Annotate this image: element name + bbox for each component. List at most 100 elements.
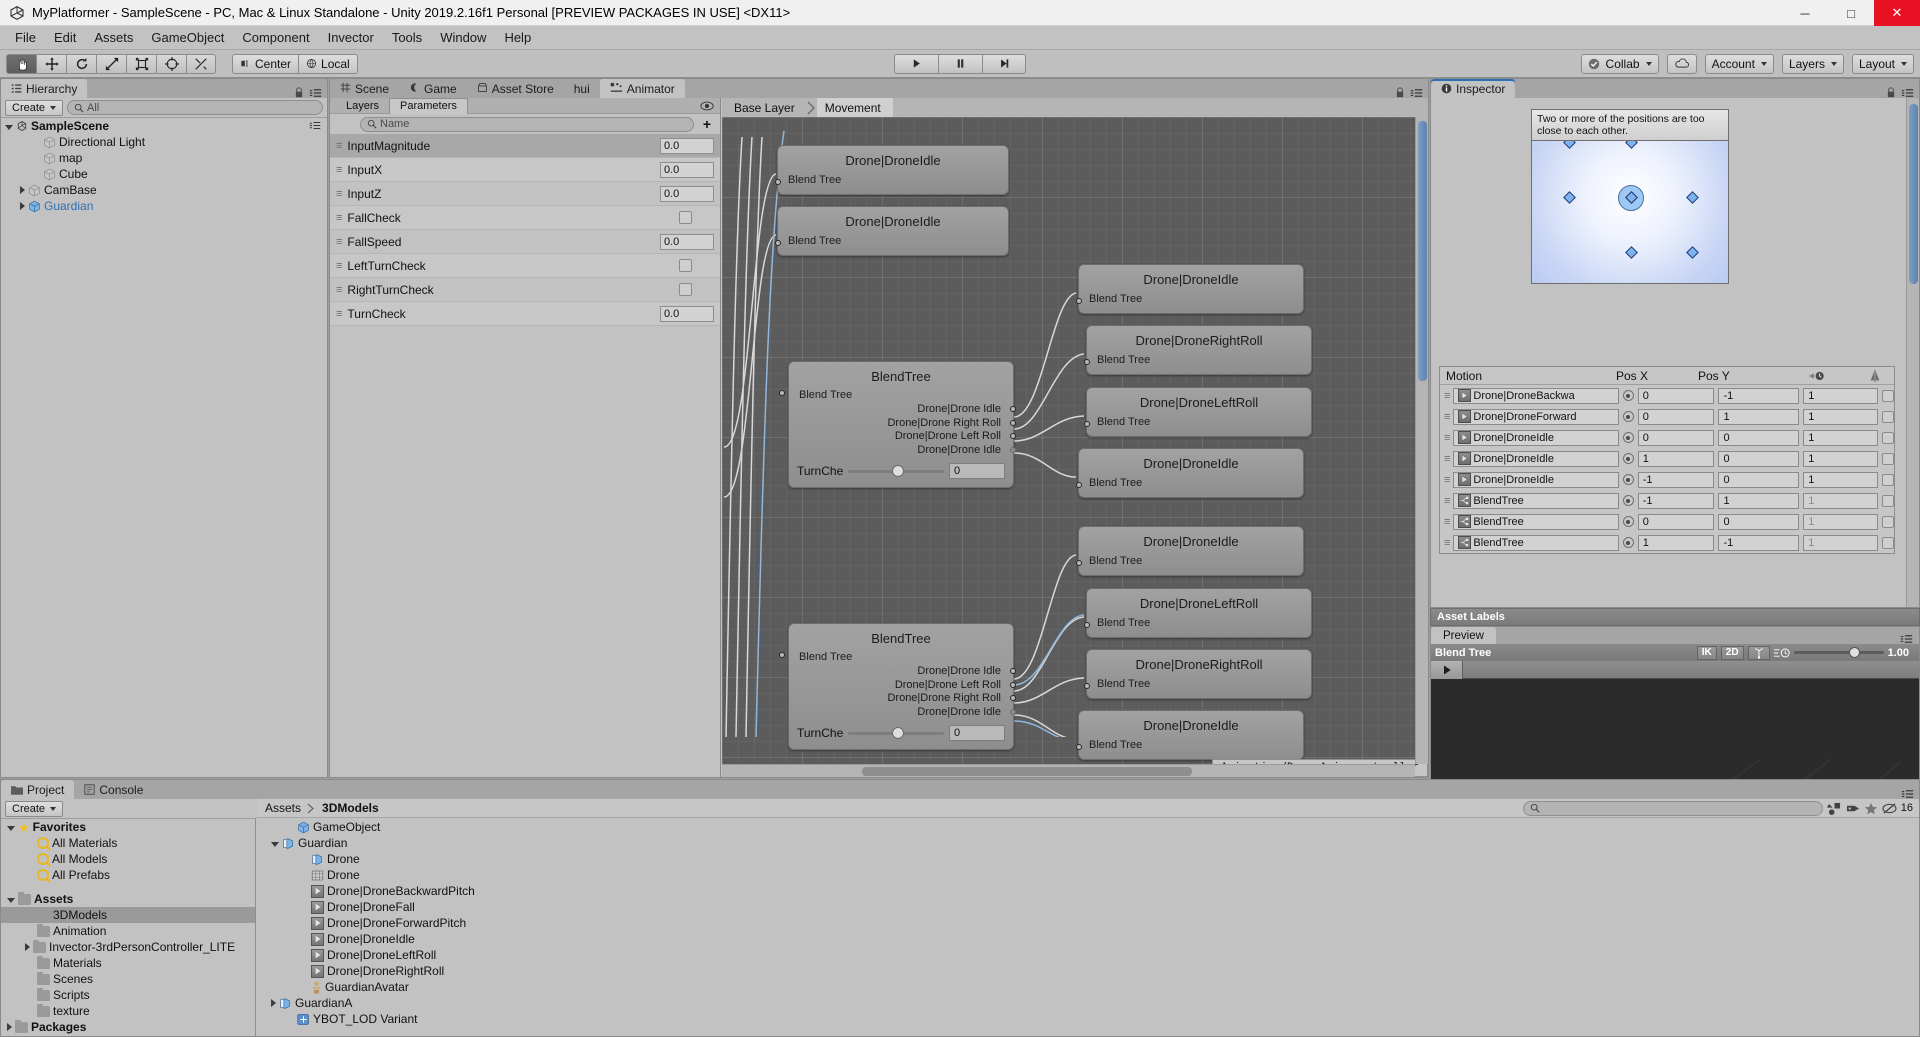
- hierarchy-create-button[interactable]: Create: [5, 99, 64, 116]
- tab-animator[interactable]: Animator: [599, 79, 685, 98]
- project-file-row[interactable]: Guardian: [257, 835, 1919, 851]
- preview-playbar[interactable]: [1431, 660, 1919, 679]
- hierarchy-item-directional-light[interactable]: Directional Light: [1, 134, 327, 150]
- chevron-right-icon[interactable]: [271, 999, 276, 1007]
- pos-y-field[interactable]: -1: [1718, 534, 1800, 551]
- state-node[interactable]: Drone|DroneIdle Blend Tree: [1076, 526, 1304, 576]
- transform-tool-icon[interactable]: [156, 53, 186, 74]
- hierarchy-tab-icons[interactable]: [294, 87, 327, 98]
- project-file-row[interactable]: Drone|DroneRightRoll: [257, 963, 1919, 979]
- node-input-port[interactable]: [1084, 359, 1090, 365]
- parameter-row-inputz[interactable]: ≡ InputZ 0.0: [330, 182, 720, 206]
- drag-handle-icon[interactable]: ≡: [1444, 432, 1451, 444]
- pivot-rotation-button[interactable]: Local: [299, 53, 358, 74]
- state-node[interactable]: Drone|DroneLeftRoll Blend Tree: [1084, 387, 1312, 437]
- chevron-right-icon[interactable]: [20, 186, 25, 194]
- chevron-down-icon[interactable]: [7, 825, 15, 831]
- drag-handle-icon[interactable]: ≡: [1444, 474, 1451, 486]
- preview-tabrow[interactable]: Preview: [1431, 627, 1919, 644]
- parameter-row-fallspeed[interactable]: ≡ FallSpeed 0.0: [330, 230, 720, 254]
- motion-picker-button[interactable]: [1622, 453, 1634, 464]
- tab-hui[interactable]: hui: [563, 79, 600, 98]
- project-create-button[interactable]: Create: [5, 800, 64, 817]
- motion-row[interactable]: ≡ BlendTree -1 1 1: [1440, 490, 1894, 511]
- parameter-value[interactable]: 0.0: [660, 233, 714, 250]
- menu-edit[interactable]: Edit: [45, 28, 85, 47]
- menu-tools[interactable]: Tools: [383, 28, 431, 47]
- state-node[interactable]: Drone|DroneRightRoll Blend Tree: [1084, 649, 1312, 699]
- transform-tools-group[interactable]: [6, 53, 216, 74]
- parameter-value[interactable]: 0.0: [660, 305, 714, 322]
- node-input-port[interactable]: [775, 240, 781, 246]
- motion-field[interactable]: Drone|DroneBackwa: [1453, 387, 1619, 404]
- lock-icon[interactable]: [1886, 87, 1896, 98]
- node-input-port[interactable]: [1084, 622, 1090, 628]
- blendtree-input-port[interactable]: [779, 652, 785, 658]
- motion-point[interactable]: [1562, 191, 1576, 204]
- chevron-right-icon[interactable]: [25, 943, 30, 951]
- blendtree-output-port[interactable]: [1010, 695, 1016, 701]
- pos-x-field[interactable]: 1: [1637, 534, 1715, 551]
- window-controls[interactable]: ─ □ ✕: [1782, 0, 1920, 26]
- parameter-row-inputmagnitude[interactable]: ≡ InputMagnitude 0.0: [330, 134, 720, 158]
- panel-menu-icon[interactable]: [1901, 789, 1914, 799]
- mirror-checkbox[interactable]: [1882, 410, 1894, 423]
- state-node[interactable]: Drone|DroneIdle Blend Tree: [1076, 710, 1304, 760]
- drag-handle-icon[interactable]: ≡: [1444, 516, 1451, 528]
- toolbar-right-group[interactable]: Collab Account Layers Layout: [1580, 53, 1914, 74]
- motion-picker-button[interactable]: [1622, 390, 1634, 401]
- collab-button[interactable]: Collab: [1580, 53, 1659, 74]
- menu-gameobject[interactable]: GameObject: [142, 28, 233, 47]
- parameter-checkbox[interactable]: [679, 259, 692, 272]
- animator-graph-area[interactable]: floor_x emisionDroneShader Base Layer Mo…: [722, 98, 1428, 777]
- scene-context-menu-icon[interactable]: [309, 119, 327, 133]
- hierarchy-item-cambase[interactable]: CamBase: [1, 182, 327, 198]
- drag-handle-icon[interactable]: ≡: [336, 212, 343, 224]
- inspector-tab-icons[interactable]: [1886, 87, 1919, 98]
- motion-picker-button[interactable]: [1622, 516, 1634, 527]
- pos-x-field[interactable]: -1: [1637, 492, 1715, 509]
- hierarchy-item-guardian[interactable]: Guardian: [1, 198, 327, 214]
- node-input-port[interactable]: [1076, 298, 1082, 304]
- state-node[interactable]: Drone|DroneIdle Blend Tree: [1076, 264, 1304, 314]
- minimize-button[interactable]: ─: [1782, 0, 1828, 26]
- mirror-checkbox[interactable]: [1882, 452, 1894, 465]
- preview-ik-toggle[interactable]: IK: [1696, 645, 1717, 660]
- animator-breadcrumb[interactable]: Base Layer Movement: [722, 98, 1428, 117]
- hierarchy-tree[interactable]: SampleScene Directional Light map Cube CamBa…: [1, 118, 327, 214]
- pos-y-field[interactable]: 1: [1718, 408, 1800, 425]
- hierarchy-scene-row[interactable]: SampleScene: [1, 118, 327, 134]
- project-folder-3dmodels[interactable]: 3DModels: [1, 907, 255, 923]
- project-folder-all-prefabs[interactable]: All Prefabs: [1, 867, 255, 883]
- tab-layers[interactable]: Layers: [336, 98, 389, 114]
- project-tab-icons[interactable]: [1901, 789, 1919, 799]
- speed-field[interactable]: 1: [1803, 471, 1878, 488]
- pos-x-field[interactable]: -1: [1637, 471, 1715, 488]
- hierarchy-tabrow[interactable]: Hierarchy: [1, 79, 327, 98]
- node-input-port[interactable]: [1076, 744, 1082, 750]
- project-tabrow[interactable]: Project Console: [1, 780, 1919, 799]
- project-folder-packages[interactable]: Packages: [1, 1019, 255, 1035]
- project-folder-texture[interactable]: texture: [1, 1003, 255, 1019]
- animator-state-graph[interactable]: Drone|DroneIdle Blend Tree Drone|DroneIdle…: [722, 117, 1428, 777]
- preview-speed-slider[interactable]: [1793, 646, 1884, 658]
- motion-field[interactable]: Drone|DroneIdle: [1453, 429, 1619, 446]
- project-file-row[interactable]: Drone: [257, 867, 1919, 883]
- lock-icon[interactable]: [294, 87, 304, 98]
- lock-icon[interactable]: [1395, 87, 1405, 98]
- mirror-checkbox[interactable]: [1882, 494, 1894, 507]
- tab-game[interactable]: Game: [399, 79, 467, 98]
- project-file-row[interactable]: Drone: [257, 851, 1919, 867]
- drag-handle-icon[interactable]: ≡: [336, 188, 343, 200]
- node-input-port[interactable]: [1084, 421, 1090, 427]
- parameter-value[interactable]: 0.0: [660, 185, 714, 202]
- motion-field[interactable]: BlendTree: [1453, 513, 1619, 530]
- speed-field[interactable]: 1: [1803, 492, 1878, 509]
- breadcrumb-assets[interactable]: Assets: [265, 801, 301, 815]
- project-folder-scenes[interactable]: Scenes: [1, 971, 255, 987]
- drag-handle-icon[interactable]: ≡: [1444, 453, 1451, 465]
- motion-row[interactable]: ≡ BlendTree 0 0 1: [1440, 511, 1894, 532]
- drag-handle-icon[interactable]: ≡: [336, 236, 343, 248]
- panel-menu-icon[interactable]: [309, 88, 322, 98]
- pos-y-field[interactable]: 0: [1718, 450, 1800, 467]
